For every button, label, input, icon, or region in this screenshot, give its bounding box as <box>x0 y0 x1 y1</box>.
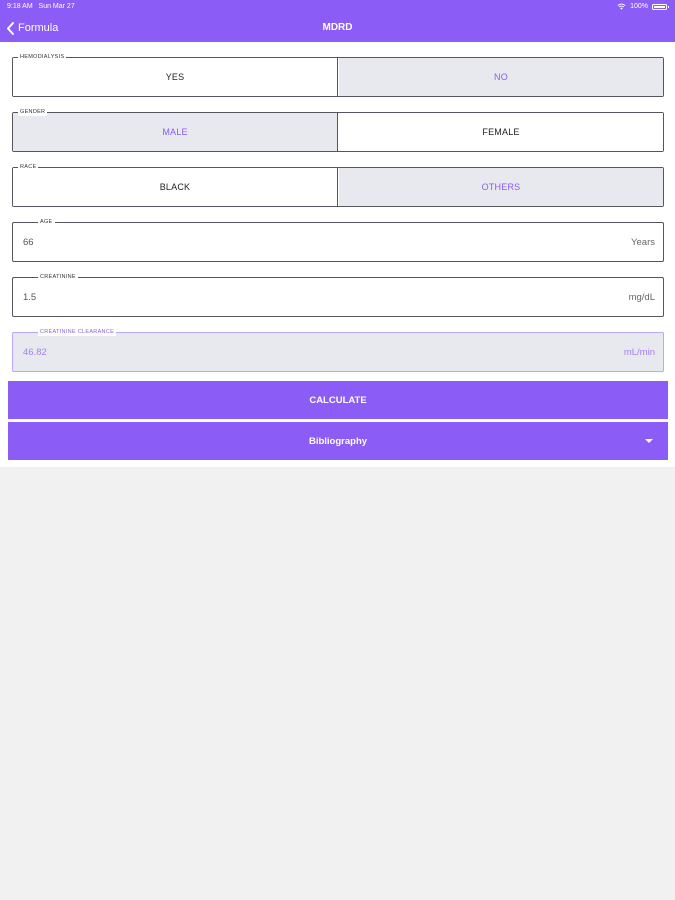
clearance-unit: mL/min <box>623 347 655 358</box>
calculate-button[interactable]: CALCULATE <box>8 381 668 419</box>
age-label: AGE <box>38 218 55 226</box>
bibliography-label: Bibliography <box>308 435 368 447</box>
hemodialysis-no-option[interactable]: NO <box>339 58 663 96</box>
gender-male-option[interactable]: MALE <box>13 113 338 151</box>
creatinine-label: CREATININE <box>38 273 78 281</box>
clearance-value: 46.82 <box>23 347 47 358</box>
race-black-option[interactable]: BLACK <box>13 168 338 206</box>
form-panel: YES NO HEMODIALYSIS MALE FEMALE GENDER B… <box>0 42 675 467</box>
age-value[interactable]: 66 <box>23 237 34 248</box>
battery-percent: 100% <box>630 3 648 10</box>
race-others-option[interactable]: OTHERS <box>339 168 663 206</box>
clearance-label: CREATININE CLEARANCE <box>38 328 117 336</box>
navigation-bar: 9:18 AM Sun Mar 27 100% Formula MDRD <box>0 0 675 42</box>
status-date: Sun Mar 27 <box>38 3 75 10</box>
hemodialysis-yes-option[interactable]: YES <box>13 58 338 96</box>
gender-toggle: MALE FEMALE GENDER <box>12 108 664 152</box>
battery-icon <box>652 3 669 10</box>
status-bar: 9:18 AM Sun Mar 27 100% <box>0 0 675 14</box>
creatinine-value[interactable]: 1.5 <box>23 292 36 303</box>
gender-label: GENDER <box>18 108 48 116</box>
bibliography-dropdown[interactable]: Bibliography <box>8 422 668 460</box>
wifi-icon <box>617 3 626 10</box>
creatinine-field[interactable]: CREATININE 1.5 mg/dL <box>12 273 664 317</box>
status-time: 9:18 AM <box>7 3 33 10</box>
creatinine-unit: mg/dL <box>628 292 655 303</box>
age-field[interactable]: AGE 66 Years <box>12 218 664 262</box>
caret-down-icon <box>645 439 653 443</box>
hemodialysis-toggle: YES NO HEMODIALYSIS <box>12 53 664 97</box>
creatinine-clearance-result: CREATININE CLEARANCE 46.82 mL/min <box>12 328 664 372</box>
hemodialysis-label: HEMODIALYSIS <box>18 53 67 61</box>
gender-female-option[interactable]: FEMALE <box>339 113 663 151</box>
race-toggle: BLACK OTHERS RACE <box>12 163 664 207</box>
race-label: RACE <box>18 163 39 171</box>
calculate-label: CALCULATE <box>309 394 367 406</box>
age-unit: Years <box>631 237 655 248</box>
page-title: MDRD <box>322 22 353 33</box>
